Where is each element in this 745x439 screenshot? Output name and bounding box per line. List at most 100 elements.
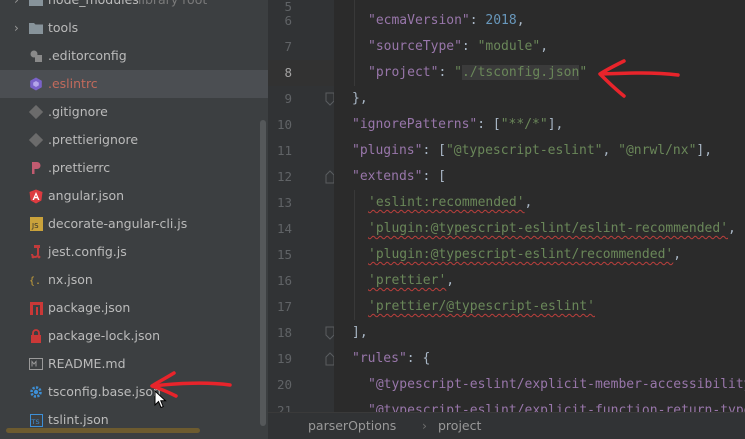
line-number: 10 <box>276 117 292 132</box>
tree-item-jest-config[interactable]: jest.config.js <box>0 238 268 266</box>
json-string-warning: 'plugin:@typescript-eslint/eslint-recomm… <box>368 221 729 236</box>
json-key: "extends" <box>352 169 423 184</box>
json-string-warning: 'prettier/@typescript-eslint' <box>368 299 595 314</box>
tree-item-tsconfig-base[interactable]: tsconfig.base.json <box>0 378 268 406</box>
breadcrumb: parserOptions › project <box>268 412 745 439</box>
json-number: 2018 <box>485 13 517 28</box>
json-string-quote: " <box>454 65 462 80</box>
folder-icon <box>29 0 43 8</box>
tree-item-label: .eslintrc <box>48 76 98 91</box>
json-punct: ], <box>547 117 564 132</box>
tree-item-eslintrc[interactable]: .eslintrc <box>0 70 268 98</box>
code-line-14: 'plugin:@typescript-eslint/eslint-recomm… <box>368 216 736 242</box>
tree-item-decorate-angular-cli[interactable]: JS decorate-angular-cli.js <box>0 210 268 238</box>
tree-item-package-lock[interactable]: package-lock.json <box>0 322 268 350</box>
svg-text:JS: JS <box>31 222 39 230</box>
json-punct: , <box>446 273 455 288</box>
json-string: "@typescript-eslint" <box>445 143 603 158</box>
json-string-quote: " <box>579 65 588 80</box>
tree-item-label: package-lock.json <box>48 328 161 343</box>
json-key: "ignorePatterns" <box>352 117 478 132</box>
prettier-p-icon <box>29 160 43 176</box>
code-line-15: 'plugin:@typescript-eslint/recommended', <box>368 242 681 268</box>
tree-item-tools[interactable]: › tools <box>0 14 268 42</box>
tree-item-label: node_modules <box>48 0 139 8</box>
code-line-17: 'prettier/@typescript-eslint' <box>368 294 595 320</box>
json-punct: : <box>438 65 455 80</box>
code-line-18: ], <box>352 325 368 340</box>
chevron-right-icon[interactable]: › <box>14 20 26 36</box>
json-key: "rules" <box>352 351 407 366</box>
line-number: 14 <box>276 221 292 236</box>
tree-item-label: tsconfig.base.json <box>48 384 161 399</box>
line-number: 18 <box>276 325 292 340</box>
json-string: "module" <box>477 39 541 54</box>
json-punct: , <box>728 221 736 236</box>
tree-item-label: decorate-angular-cli.js <box>48 216 188 231</box>
npm-icon <box>29 300 43 316</box>
json-braces-icon: {..} <box>29 272 43 288</box>
svg-text:{..}: {..} <box>29 276 43 287</box>
tree-item-gitignore[interactable]: .gitignore <box>0 98 268 126</box>
chevron-right-icon[interactable]: › <box>14 0 26 8</box>
code-editor[interactable]: "ecmaVersion": 2018, "sourceType": "modu… <box>334 0 745 412</box>
js-file-icon: JS <box>29 216 43 232</box>
breadcrumb-item-parseroptions[interactable]: parserOptions <box>308 418 396 434</box>
code-line-16: 'prettier', <box>368 268 454 294</box>
code-line-6: "ecmaVersion": 2018, <box>368 8 525 34</box>
prettier-icon <box>29 132 43 148</box>
line-number: 7 <box>284 39 292 54</box>
tree-item-prettierignore[interactable]: .prettierignore <box>0 126 268 154</box>
json-punct: , <box>524 195 533 210</box>
breadcrumb-item-project[interactable]: project <box>438 418 481 434</box>
line-number: 6 <box>284 13 292 28</box>
git-icon <box>29 104 43 120</box>
code-line-8: "project": "./tsconfig.json" <box>368 60 587 86</box>
tree-item-editorconfig[interactable]: .editorconfig <box>0 42 268 70</box>
tree-item-label: tools <box>48 20 79 35</box>
tree-item-package-json[interactable]: package.json <box>0 294 268 322</box>
tree-item-label: .prettierignore <box>48 132 139 147</box>
tree-item-prettierrc[interactable]: .prettierrc <box>0 154 268 182</box>
code-line-11: "plugins": ["@typescript-eslint", "@nrwl… <box>352 138 712 164</box>
selected-path-text: ./tsconfig.json <box>461 65 580 80</box>
project-tree: › node_modules library root › tools .edi… <box>0 0 268 439</box>
folder-icon <box>29 20 43 36</box>
json-key: "ecmaVersion" <box>368 13 470 28</box>
tree-item-readme[interactable]: README.md <box>0 350 268 378</box>
json-punct: : [ <box>422 143 446 158</box>
tree-item-nx-json[interactable]: {..} nx.json <box>0 266 268 294</box>
line-number-current: 8 <box>284 65 292 80</box>
code-line-21: "@typescript-eslint/explicit-function-re… <box>368 398 745 412</box>
sidebar-vertical-scrollbar[interactable] <box>260 120 266 426</box>
json-key: "@typescript-eslint/explicit-function-re… <box>368 403 745 412</box>
tree-item-label: jest.config.js <box>48 244 127 259</box>
json-key: "sourceType" <box>368 39 462 54</box>
line-number: 15 <box>276 247 292 262</box>
code-line-10: "ignorePatterns": ["**/*"], <box>352 112 563 138</box>
json-punct: , <box>516 13 525 28</box>
json-string-warning: 'eslint:recommended' <box>368 195 525 210</box>
code-line-20: "@typescript-eslint/explicit-member-acce… <box>368 372 745 398</box>
sidebar-horizontal-scrollbar[interactable] <box>6 428 200 433</box>
jest-icon <box>29 244 43 260</box>
mouse-pointer-icon <box>154 390 167 409</box>
json-string: "**/*" <box>500 117 548 132</box>
line-number: 16 <box>276 273 292 288</box>
tree-item-label: .editorconfig <box>48 48 127 63</box>
lock-icon <box>29 328 43 344</box>
json-punct: ], <box>696 143 713 158</box>
json-punct: : <box>461 39 478 54</box>
breadcrumb-separator: › <box>422 418 427 433</box>
tree-item-label: .gitignore <box>48 104 108 119</box>
line-number: 11 <box>276 143 292 158</box>
tree-item-node-modules[interactable]: › node_modules library root <box>0 0 268 14</box>
json-string: "@nrwl/nx" <box>618 143 697 158</box>
tree-item-angular-json[interactable]: angular.json <box>0 182 268 210</box>
line-number: 20 <box>276 377 292 392</box>
tree-item-label: README.md <box>48 356 126 371</box>
code-line-7: "sourceType": "module", <box>368 34 548 60</box>
line-number: 12 <box>276 169 292 184</box>
json-key: "plugins" <box>352 143 423 158</box>
json-punct: , <box>540 39 549 54</box>
